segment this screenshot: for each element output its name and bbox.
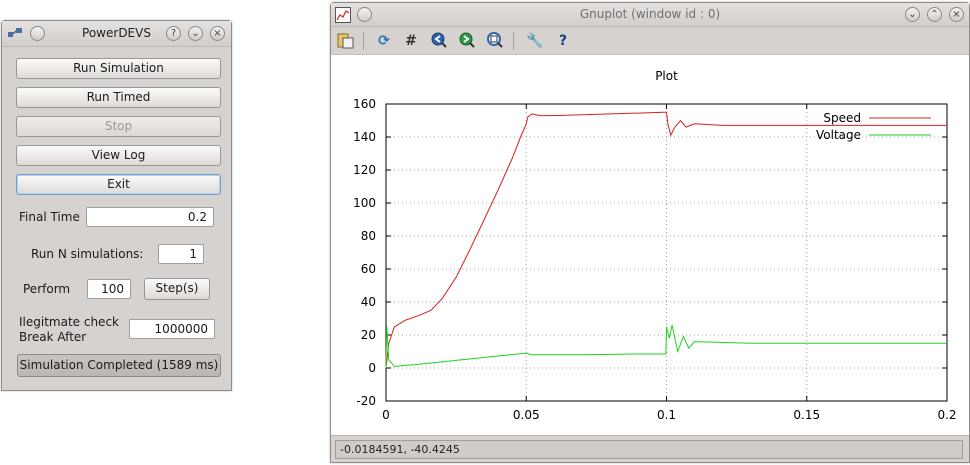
- gnuplot-window-title: Gnuplot (window id : 0): [579, 7, 721, 21]
- powerdevs-window: PowerDEVS ? ⌄ × Run Simulation Run Timed…: [1, 20, 232, 391]
- grid-icon[interactable]: #: [401, 31, 421, 51]
- gnuplot-titlebar[interactable]: Gnuplot (window id : 0) ⌄ ⌃ ×: [331, 3, 969, 27]
- legend-label-speed: Speed: [823, 111, 861, 125]
- stop-button[interactable]: Stop: [16, 116, 221, 137]
- plot-area[interactable]: Plot -20 0 20 40 60 80 100 120 140 160 0 0.05 0.1 0.15…: [331, 56, 969, 435]
- y-tick-label: 60: [361, 262, 376, 276]
- simulation-status: Simulation Completed (1589 ms): [17, 354, 221, 377]
- plot-canvas[interactable]: Plot -20 0 20 40 60 80 100 120 140 160 0 0.05 0.1 0.15…: [331, 56, 969, 435]
- close-button[interactable]: ×: [210, 26, 225, 41]
- replot-icon[interactable]: ⟳: [374, 31, 394, 51]
- run-n-simulations-label: Run N simulations:: [31, 247, 144, 261]
- run-simulation-button[interactable]: Run Simulation: [16, 58, 221, 79]
- break-after-input[interactable]: 1000000: [129, 319, 215, 339]
- copy-to-clipboard-icon[interactable]: [336, 31, 356, 51]
- toolbar-separator: [513, 32, 514, 50]
- y-tick-label: 0: [368, 361, 376, 375]
- gnuplot-toolbar: ⟳ # 🔧 ?: [331, 27, 969, 55]
- maximize-button[interactable]: ⌃: [927, 7, 942, 22]
- zoom-next-icon[interactable]: [457, 31, 477, 51]
- series-line-voltage: [385, 324, 947, 369]
- close-button[interactable]: ×: [949, 7, 964, 22]
- y-tick-label: 40: [361, 295, 376, 309]
- y-tick-label: -20: [356, 394, 376, 408]
- step-button[interactable]: Step(s): [144, 278, 210, 300]
- perform-label: Perform: [23, 282, 71, 296]
- y-tick-label: 160: [353, 97, 376, 111]
- break-after-label: Break After: [19, 330, 87, 344]
- x-tick-label: 0.05: [513, 408, 540, 422]
- minimize-button[interactable]: ⌄: [905, 7, 920, 22]
- powerdevs-titlebar[interactable]: PowerDEVS ? ⌄ ×: [2, 21, 231, 47]
- help-icon[interactable]: ?: [553, 31, 573, 51]
- x-tick-label: 0: [382, 408, 390, 422]
- legend-label-voltage: Voltage: [816, 128, 861, 142]
- x-tick-label: 0.2: [937, 408, 956, 422]
- x-tick-label: 0.1: [657, 408, 676, 422]
- y-tick-label: 140: [353, 130, 376, 144]
- view-log-button[interactable]: View Log: [16, 145, 221, 166]
- final-time-input[interactable]: 0.2: [86, 207, 214, 227]
- exit-button[interactable]: Exit: [16, 174, 221, 195]
- settings-icon[interactable]: 🔧: [525, 31, 545, 51]
- y-tick-label: 100: [353, 196, 376, 210]
- run-n-simulations-input[interactable]: 1: [158, 244, 204, 264]
- ilegitimate-check-label: Ilegitmate check: [19, 315, 119, 329]
- y-tick-label: 120: [353, 163, 376, 177]
- autoscale-icon[interactable]: [485, 31, 505, 51]
- help-button[interactable]: ?: [166, 26, 181, 41]
- zoom-previous-icon[interactable]: [429, 31, 449, 51]
- x-tick-label: 0.15: [793, 408, 820, 422]
- gnuplot-window: Gnuplot (window id : 0) ⌄ ⌃ × ⟳ # 🔧 ? Pl…: [330, 2, 970, 463]
- y-tick-label: 20: [361, 328, 376, 342]
- run-timed-button[interactable]: Run Timed: [16, 87, 221, 108]
- gnuplot-statusbar: -0.0184591, -40.4245: [331, 435, 969, 462]
- cursor-coordinates: -0.0184591, -40.4245: [335, 440, 963, 459]
- perform-steps-input[interactable]: 100: [87, 279, 131, 299]
- final-time-label: Final Time: [19, 210, 80, 224]
- minimize-button[interactable]: ⌄: [188, 26, 203, 41]
- toolbar-separator: [363, 32, 364, 50]
- chart-title: Plot: [655, 69, 678, 83]
- y-tick-label: 80: [361, 229, 376, 243]
